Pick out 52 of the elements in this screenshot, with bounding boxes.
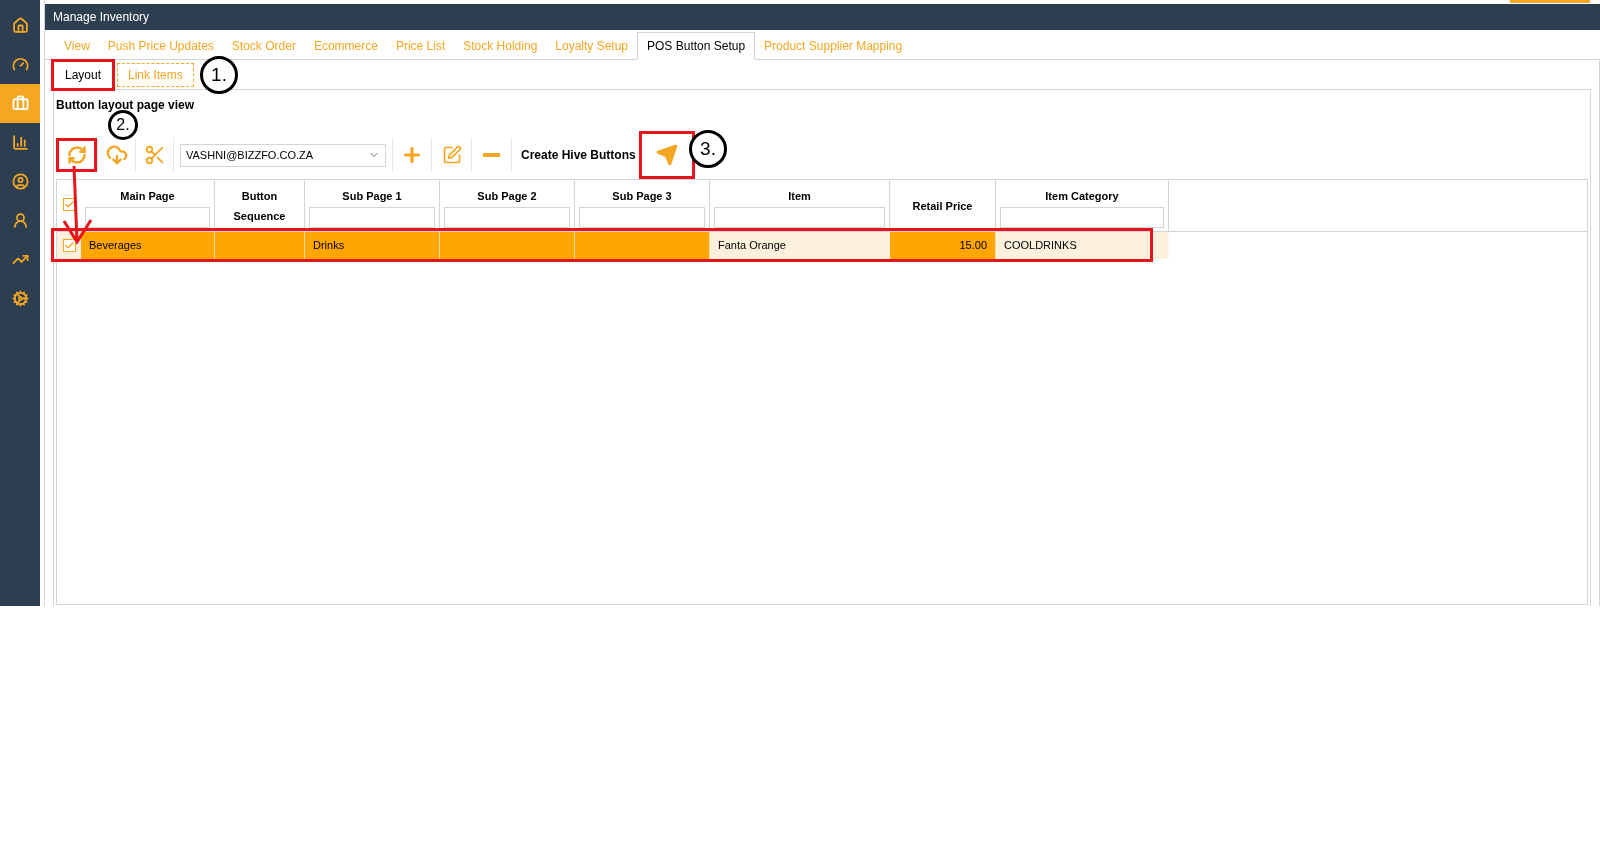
minus-icon [483, 153, 500, 157]
step-number-annotation: 1. [200, 56, 238, 94]
check-icon [63, 240, 75, 251]
table-cell: Fanta Orange [710, 232, 890, 259]
table-cell: 15.00 [890, 232, 996, 259]
tab[interactable]: Ecommerce [304, 32, 387, 60]
settings-icon [11, 290, 29, 307]
user-circle-icon [11, 173, 29, 190]
filter-field[interactable] [714, 207, 885, 228]
sub-tab[interactable]: Link Items [117, 62, 194, 87]
gauge-icon [11, 56, 29, 73]
paper-plane-icon [655, 144, 678, 166]
add-button[interactable] [392, 138, 432, 172]
refresh-icon [66, 145, 87, 165]
tab[interactable]: View [55, 32, 99, 60]
tab[interactable]: Price List [386, 32, 455, 60]
table-cell: Drinks [305, 232, 440, 259]
filter-field[interactable] [1000, 207, 1164, 228]
window-title: Manage Inventory [53, 9, 150, 26]
scissors-icon [143, 144, 166, 166]
filter-field[interactable] [85, 207, 210, 228]
bar-chart-icon [11, 134, 29, 151]
column-label: Item [787, 189, 812, 204]
home-icon [11, 17, 29, 34]
column-label: Sub Page 3 [611, 189, 673, 204]
create-hive-buttons-label: Create Hive Buttons [521, 147, 636, 164]
tab[interactable]: Stock Holding [454, 32, 547, 60]
column-label: Button Sequence [232, 188, 287, 224]
table-cell: COOLDRINKS [996, 232, 1169, 259]
column-label: Sub Page 1 [341, 189, 403, 204]
cloud-download-icon [105, 144, 128, 166]
filter-field[interactable] [579, 207, 705, 228]
user-select[interactable]: VASHNI@BIZZFO.CO.ZA [180, 143, 386, 167]
step-number-annotation: 3. [689, 130, 727, 168]
tab[interactable]: POS Button Setup [637, 32, 756, 60]
checkbox[interactable] [62, 239, 76, 252]
tab[interactable]: Product Supplier Mapping [755, 32, 912, 60]
column-label: Item Category [1044, 189, 1120, 204]
table-cell: Beverages [81, 232, 215, 259]
briefcase-icon [11, 95, 29, 112]
check-icon [63, 199, 75, 210]
tab[interactable]: Loyalty Setup [546, 32, 638, 60]
filter-field[interactable] [309, 207, 435, 228]
filter-field[interactable] [444, 207, 570, 228]
column-label: Sub Page 2 [476, 189, 538, 204]
highlight-frame [51, 58, 116, 91]
column-label: Retail Price [911, 198, 974, 214]
user-icon [11, 212, 29, 229]
sub-tab[interactable]: Layout [55, 62, 112, 87]
edit-icon [441, 145, 462, 165]
plus-icon [401, 144, 423, 166]
column-label: Main Page [119, 189, 176, 204]
